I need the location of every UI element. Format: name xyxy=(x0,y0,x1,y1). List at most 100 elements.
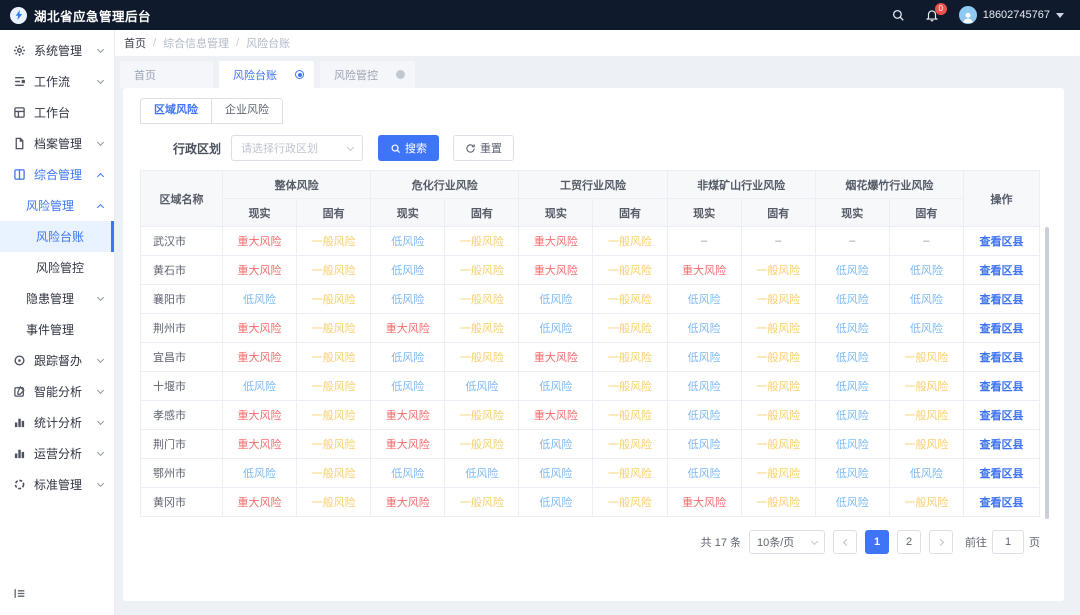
prev-page-button[interactable] xyxy=(833,530,857,554)
risk-level-cell: 低风险 xyxy=(815,459,889,488)
risk-level-cell: 重大风险 xyxy=(223,256,297,285)
sidebar-item-system-management[interactable]: 系统管理 xyxy=(0,35,114,66)
action-cell: 查看区县 xyxy=(964,372,1040,401)
tab-close-icon[interactable] xyxy=(295,70,304,79)
risk-level-cell: – xyxy=(741,227,815,256)
page-tab-label: 风险台账 xyxy=(233,67,277,83)
risk-level-cell: 一般风险 xyxy=(297,314,371,343)
col-subheader-inherent: 固有 xyxy=(593,199,667,227)
operation-analysis-chart-icon xyxy=(13,447,26,460)
col-group-header-4: 烟花爆竹行业风险 xyxy=(815,171,963,199)
risk-level-cell: 一般风险 xyxy=(889,372,963,401)
view-districts-link[interactable]: 查看区县 xyxy=(980,236,1024,248)
table-row: 孝感市重大风险一般风险重大风险一般风险重大风险一般风险低风险一般风险低风险一般风… xyxy=(141,401,1040,430)
district-select[interactable]: 请选择行政区划 xyxy=(231,135,363,161)
risk-level-cell: 一般风险 xyxy=(445,401,519,430)
search-button[interactable]: 搜索 xyxy=(378,135,439,161)
sidebar-item-hazard-management[interactable]: 隐患管理 xyxy=(0,283,114,314)
view-districts-link[interactable]: 查看区县 xyxy=(980,294,1024,306)
refresh-icon xyxy=(465,143,476,154)
pagination: 共 17 条 10条/页 12 前往 页 xyxy=(140,530,1040,554)
action-cell: 查看区县 xyxy=(964,459,1040,488)
sidebar-item-label: 风险台账 xyxy=(36,228,100,245)
tab-region-risk[interactable]: 区域风险 xyxy=(141,99,212,123)
reset-button[interactable]: 重置 xyxy=(453,135,514,161)
page-tab-home[interactable]: 首页 xyxy=(120,61,213,88)
next-page-button[interactable] xyxy=(929,530,953,554)
view-districts-link[interactable]: 查看区县 xyxy=(980,439,1024,451)
app-title: 湖北省应急管理后台 xyxy=(34,6,151,25)
risk-level-cell: 一般风险 xyxy=(741,430,815,459)
col-subheader-actual: 现实 xyxy=(815,199,889,227)
sidebar-collapse-icon[interactable] xyxy=(13,587,26,605)
table-row: 黄冈市重大风险一般风险重大风险一般风险低风险一般风险重大风险一般风险低风险一般风… xyxy=(141,488,1040,517)
risk-level-cell: 低风险 xyxy=(889,256,963,285)
col-group-header-3: 非煤矿山行业风险 xyxy=(667,171,815,199)
page-tab-risk-ledger[interactable]: 风险台账 xyxy=(219,61,314,88)
breadcrumb-separator: / xyxy=(153,37,156,49)
risk-level-cell: – xyxy=(667,227,741,256)
risk-level-cell: 一般风险 xyxy=(445,488,519,517)
view-districts-link[interactable]: 查看区县 xyxy=(980,323,1024,335)
jump-page-input[interactable] xyxy=(992,530,1024,554)
risk-level-cell: 低风险 xyxy=(667,430,741,459)
page-size-select[interactable]: 10条/页 xyxy=(749,530,825,554)
risk-level-cell: 一般风险 xyxy=(297,372,371,401)
risk-level-cell: 一般风险 xyxy=(741,372,815,401)
chevron-up-icon xyxy=(97,172,104,179)
risk-level-cell: 重大风险 xyxy=(667,488,741,517)
page-number-button-1[interactable]: 1 xyxy=(865,530,889,554)
view-districts-link[interactable]: 查看区县 xyxy=(980,497,1024,509)
tab-enterprise-risk[interactable]: 企业风险 xyxy=(212,99,282,123)
view-districts-link[interactable]: 查看区县 xyxy=(980,410,1024,422)
view-districts-link[interactable]: 查看区县 xyxy=(980,352,1024,364)
action-cell: 查看区县 xyxy=(964,256,1040,285)
sidebar-item-standard-management[interactable]: 标准管理 xyxy=(0,469,114,500)
region-name-cell: 荆门市 xyxy=(141,430,223,459)
sidebar-item-incident-management[interactable]: 事件管理 xyxy=(0,314,114,345)
risk-level-cell: 一般风险 xyxy=(297,459,371,488)
risk-level-cell: 一般风险 xyxy=(445,343,519,372)
tab-close-icon[interactable] xyxy=(396,70,405,79)
user-menu[interactable]: 18602745767 xyxy=(959,6,1064,24)
risk-level-cell: 低风险 xyxy=(519,430,593,459)
workbench-desk-icon xyxy=(13,106,26,119)
table-scrollbar[interactable] xyxy=(1045,227,1049,519)
sidebar-item-statistical-analysis[interactable]: 统计分析 xyxy=(0,407,114,438)
sidebar-item-workbench[interactable]: 工作台 xyxy=(0,97,114,128)
sidebar-item-archive-management[interactable]: 档案管理 xyxy=(0,128,114,159)
notification-bell-icon[interactable]: 0 xyxy=(925,8,939,22)
sidebar-item-comprehensive-management[interactable]: 综合管理 xyxy=(0,159,114,190)
chevron-up-icon xyxy=(97,203,104,210)
sidebar-item-workflow[interactable]: 工作流 xyxy=(0,66,114,97)
page-number-button-2[interactable]: 2 xyxy=(897,530,921,554)
breadcrumb-separator: / xyxy=(236,37,239,49)
search-icon[interactable] xyxy=(891,8,905,22)
sidebar-item-smart-analysis[interactable]: 智能分析 xyxy=(0,376,114,407)
risk-level-cell: 一般风险 xyxy=(297,401,371,430)
risk-level-cell: 一般风险 xyxy=(741,314,815,343)
risk-level-cell: 一般风险 xyxy=(593,401,667,430)
risk-level-cell: 重大风险 xyxy=(519,227,593,256)
risk-level-cell: 重大风险 xyxy=(519,401,593,430)
page-tab-risk-control[interactable]: 风险管控 xyxy=(320,61,415,88)
sidebar-item-label: 综合管理 xyxy=(34,166,98,183)
sidebar-item-label: 事件管理 xyxy=(26,321,103,338)
sidebar-item-tracking-supervision[interactable]: 跟踪督办 xyxy=(0,345,114,376)
sidebar-item-risk-ledger[interactable]: 风险台账 xyxy=(0,221,114,252)
view-districts-link[interactable]: 查看区县 xyxy=(980,381,1024,393)
sidebar-item-risk-control[interactable]: 风险管控 xyxy=(0,252,114,283)
chevron-down-icon xyxy=(97,45,104,52)
sidebar-item-label: 风险管控 xyxy=(36,259,103,276)
sidebar-item-risk-management[interactable]: 风险管理 xyxy=(0,190,114,221)
sidebar-item-operation-analysis[interactable]: 运营分析 xyxy=(0,438,114,469)
sidebar-item-label: 标准管理 xyxy=(34,476,98,493)
risk-level-cell: 重大风险 xyxy=(223,488,297,517)
view-districts-link[interactable]: 查看区县 xyxy=(980,468,1024,480)
page-tab-label: 首页 xyxy=(134,67,156,83)
table-row: 十堰市低风险一般风险低风险低风险低风险一般风险低风险一般风险低风险一般风险查看区… xyxy=(141,372,1040,401)
region-name-cell: 黄冈市 xyxy=(141,488,223,517)
risk-table: 区域名称整体风险危化行业风险工贸行业风险非煤矿山行业风险烟花爆竹行业风险操作现实… xyxy=(140,170,1040,517)
view-districts-link[interactable]: 查看区县 xyxy=(980,265,1024,277)
breadcrumb-item[interactable]: 首页 xyxy=(124,35,146,51)
